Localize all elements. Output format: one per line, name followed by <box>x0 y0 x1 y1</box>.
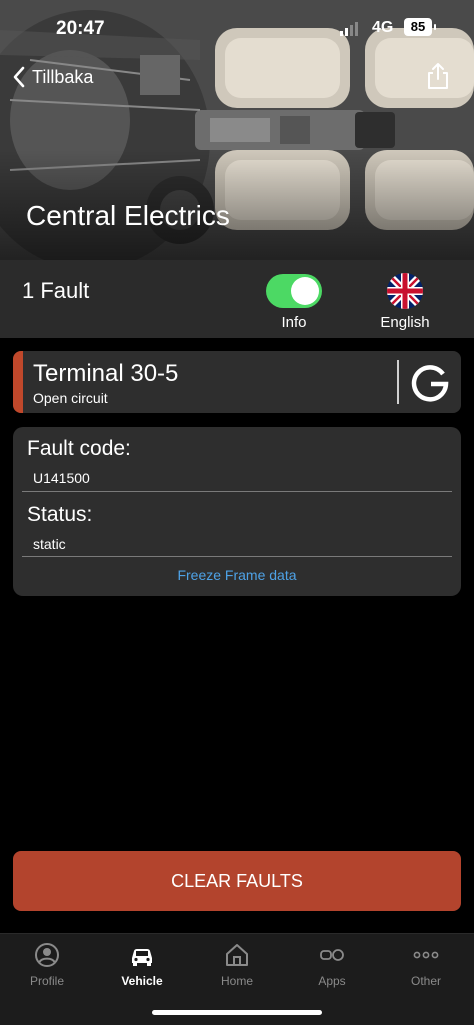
uk-flag-icon[interactable] <box>387 273 423 309</box>
cellular-signal-icon <box>340 22 358 36</box>
divider <box>22 556 452 557</box>
toggle-knob <box>291 277 319 305</box>
page-title: Central Electrics <box>26 200 230 231</box>
more-dots-icon <box>413 951 439 959</box>
profile-icon <box>35 943 59 967</box>
status-bar: 20:47 4G 85 <box>0 0 474 54</box>
tab-vehicle[interactable]: Vehicle <box>97 942 187 992</box>
google-search-icon[interactable] <box>410 362 450 402</box>
share-icon[interactable] <box>424 62 452 90</box>
tab-profile[interactable]: Profile <box>2 942 92 992</box>
back-label: Tillbaka <box>32 66 94 87</box>
back-button[interactable]: Tillbaka <box>12 64 93 90</box>
fault-title: Terminal 30-5 <box>33 360 179 387</box>
language-label[interactable]: English <box>372 314 438 331</box>
status-label: Status: <box>27 503 93 526</box>
tab-other[interactable]: Other <box>381 942 471 992</box>
fault-details-card: Fault code: U141500 Status: static Freez… <box>13 427 461 596</box>
home-icon <box>226 944 248 966</box>
chevron-left-icon <box>13 66 25 88</box>
battery-indicator: 85 <box>404 18 436 36</box>
tab-label: Home <box>220 974 253 988</box>
fault-count: 1 Fault <box>22 278 90 303</box>
tab-label: Apps <box>318 974 346 988</box>
info-toggle[interactable] <box>266 274 322 308</box>
divider <box>22 491 452 492</box>
tab-label: Profile <box>29 974 64 988</box>
car-icon <box>132 949 152 966</box>
fault-severity-accent <box>13 351 23 413</box>
fault-card[interactable]: Terminal 30-5 Open circuit <box>13 351 461 413</box>
status-time: 20:47 <box>56 18 105 39</box>
tab-apps[interactable]: Apps <box>287 942 377 992</box>
fault-subtitle: Open circuit <box>33 390 108 406</box>
network-type: 4G <box>372 19 394 36</box>
tab-home[interactable]: Home <box>192 942 282 992</box>
freeze-frame-link[interactable]: Freeze Frame data <box>13 567 461 583</box>
clear-faults-button[interactable]: CLEAR FAULTS <box>13 851 461 911</box>
home-indicator[interactable] <box>152 1010 322 1015</box>
tab-label: Other <box>410 974 441 988</box>
divider <box>397 360 399 404</box>
tab-label: Vehicle <box>121 974 163 988</box>
fault-code-label: Fault code: <box>27 437 131 460</box>
apps-icon <box>320 949 344 961</box>
status-value: static <box>33 536 66 552</box>
info-toggle-label: Info <box>281 314 307 331</box>
fault-code-value: U141500 <box>33 470 90 486</box>
